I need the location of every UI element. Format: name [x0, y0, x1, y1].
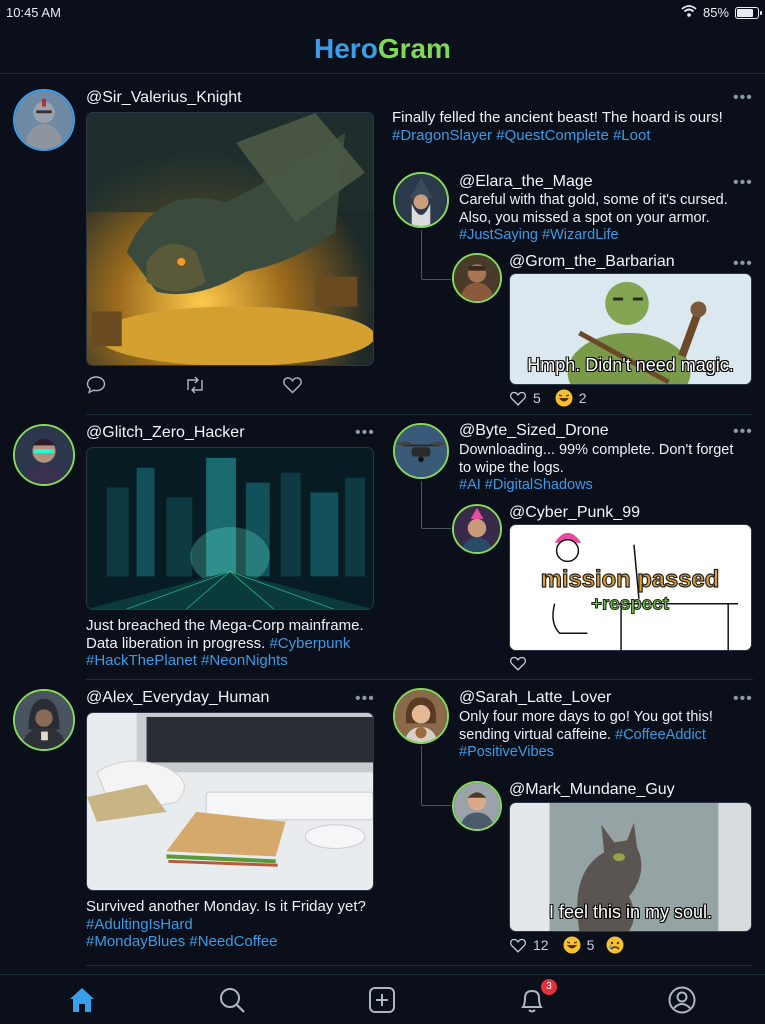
post-hashtags-inline[interactable]: #Cyberpunk [269, 635, 350, 652]
barbarian-avatar[interactable] [452, 253, 502, 303]
meme-subtitle-text: +respect [591, 593, 670, 614]
dragon-treasure-image[interactable] [86, 112, 374, 366]
mission-passed-meme[interactable]: mission passed +respect [509, 524, 752, 651]
post-card: @Sir_Valerius_Knight ••• Finally felled … [0, 75, 765, 415]
hoodie-avatar[interactable] [13, 689, 75, 751]
post-body: Just breached the Mega-Corp mainframe. D… [86, 617, 364, 669]
reply-hashtags[interactable]: #PositiveVibes [459, 744, 554, 760]
reply-hashtags[interactable]: #AI #DigitalShadows [459, 477, 593, 493]
like-icon[interactable] [282, 375, 303, 400]
more-options-button[interactable]: ••• [733, 424, 753, 440]
reaction-bar: 5 2 [509, 389, 587, 407]
post-body: Survived another Monday. Is it Friday ye… [86, 898, 366, 950]
post-hashtags[interactable]: #MondayBlues #NeedCoffee [86, 933, 278, 950]
notification-badge: 3 [541, 979, 557, 995]
more-options-button[interactable]: ••• [733, 90, 753, 106]
reply-author[interactable]: @Grom_the_Barbarian [509, 253, 675, 271]
cat-window-meme[interactable]: I feel this in my soul. [509, 802, 752, 932]
search-icon[interactable] [217, 985, 247, 1015]
more-options-button[interactable]: ••• [355, 691, 375, 707]
status-bar: 10:45 AM 85% [0, 0, 765, 26]
hacker-avatar[interactable] [13, 424, 75, 486]
like-count: 5 [533, 390, 541, 406]
reply-author[interactable]: @Elara_the_Mage [459, 173, 593, 191]
meme-caption: I feel this in my soul. [548, 902, 713, 922]
reply-body: Downloading... 99% complete. Don't forge… [459, 442, 734, 493]
like-icon[interactable] [509, 390, 527, 407]
like-icon[interactable] [509, 655, 527, 672]
latte-avatar[interactable] [393, 688, 449, 744]
reply-body: Careful with that gold, some of it's cur… [459, 192, 728, 243]
more-options-button[interactable]: ••• [355, 425, 375, 441]
meme-caption: Hmph. Didn't need magic. [527, 355, 734, 375]
post-author[interactable]: @Sir_Valerius_Knight [86, 89, 242, 107]
battery-icon [735, 6, 762, 19]
post-card: @Glitch_Zero_Hacker ••• Just breached th… [0, 415, 765, 685]
laugh-emoji-icon[interactable] [555, 389, 573, 407]
wizard-avatar[interactable] [393, 172, 449, 228]
more-options-button[interactable]: ••• [733, 175, 753, 191]
more-options-button[interactable]: ••• [733, 256, 753, 272]
reply-author[interactable]: @Cyber_Punk_99 [509, 504, 640, 522]
reply-hashtags[interactable]: #JustSaying #WizardLife [459, 227, 619, 243]
add-post-icon[interactable] [367, 985, 397, 1015]
reply-author[interactable]: @Byte_Sized_Drone [459, 422, 609, 440]
more-options-button[interactable]: ••• [733, 691, 753, 707]
app-header: HeroGram [0, 26, 765, 74]
status-right: 85% [681, 5, 762, 20]
drone-avatar[interactable] [393, 423, 449, 479]
post-card: @Alex_Everyday_Human ••• Survived anothe… [0, 680, 765, 970]
post-hashtags-inline[interactable]: #AdultingIsHard [86, 916, 193, 933]
crying-emoji-icon[interactable] [606, 936, 624, 954]
cyber-city-image[interactable] [86, 447, 374, 610]
wifi-icon [681, 5, 697, 20]
thread-connector [421, 230, 451, 280]
thread-connector [421, 746, 451, 806]
notifications-icon[interactable]: 3 [517, 979, 557, 1015]
laugh-count: 5 [586, 937, 595, 953]
battery-percent: 85% [702, 5, 729, 20]
punk-avatar[interactable] [452, 504, 502, 554]
meme-title-text: mission passed [541, 567, 720, 593]
status-time: 10:45 AM [6, 5, 61, 20]
reply-body: Only four more days to go! You got this!… [459, 709, 713, 760]
reaction-bar: 12 5 [509, 936, 624, 954]
like-count: 12 [533, 937, 549, 953]
like-icon[interactable] [509, 937, 527, 954]
man-avatar[interactable] [452, 781, 502, 831]
comment-icon[interactable] [86, 375, 106, 400]
post-divider [86, 965, 753, 966]
thread-connector [421, 481, 451, 529]
repost-icon[interactable] [184, 375, 206, 400]
laugh-count: 2 [578, 390, 587, 406]
reply-author[interactable]: @Sarah_Latte_Lover [459, 689, 611, 707]
post-author[interactable]: @Alex_Everyday_Human [86, 689, 269, 707]
knight-avatar[interactable] [13, 89, 75, 151]
orc-meme-image[interactable]: Hmph. Didn't need magic. [509, 273, 752, 385]
post-author[interactable]: @Glitch_Zero_Hacker [86, 424, 245, 442]
laugh-emoji-icon[interactable] [563, 936, 581, 954]
reaction-bar [509, 655, 527, 672]
post-action-bar [86, 375, 374, 397]
reply-author[interactable]: @Mark_Mundane_Guy [509, 781, 675, 799]
reply-hashtags-inline[interactable]: #CoffeeAddict [615, 727, 706, 743]
post-hashtags[interactable]: #DragonSlayer #QuestComplete #Loot [392, 127, 651, 144]
app-logo[interactable]: HeroGram [0, 26, 765, 72]
post-hashtags[interactable]: #HackThePlanet #NeonNights [86, 652, 288, 669]
home-icon[interactable] [67, 985, 97, 1015]
desk-sandwich-image[interactable] [86, 712, 374, 891]
profile-icon[interactable] [667, 985, 697, 1015]
bottom-nav: 3 [0, 974, 765, 1024]
post-body: Finally felled the ancient beast! The ho… [392, 109, 723, 144]
